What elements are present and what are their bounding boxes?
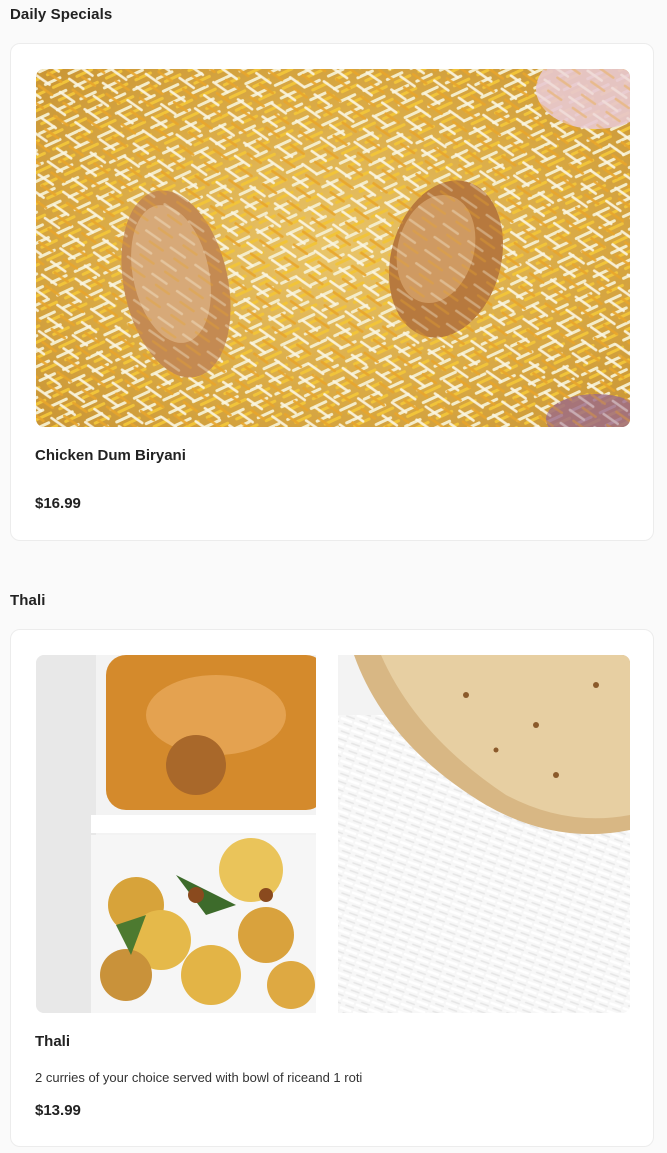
section-title-thali: Thali [10,592,46,609]
item-name: Thali [35,1033,71,1050]
menu-item-card[interactable]: Chicken Dum Biryani $16.99 [10,43,654,541]
thali-photo [36,655,630,1013]
thali-image [36,655,630,1013]
menu-page: Daily Specials Chicken Dum Biryani $16.9… [0,0,667,1153]
menu-item-card[interactable]: Thali 2 curries of your choice served wi… [10,629,654,1147]
biryani-image [36,69,630,427]
biryani-photo [36,69,630,427]
item-name: Chicken Dum Biryani [35,447,186,464]
item-price: $16.99 [35,495,81,512]
item-description: 2 curries of your choice served with bow… [35,1070,363,1085]
section-title-daily-specials: Daily Specials [10,6,113,23]
item-price: $13.99 [35,1102,81,1119]
